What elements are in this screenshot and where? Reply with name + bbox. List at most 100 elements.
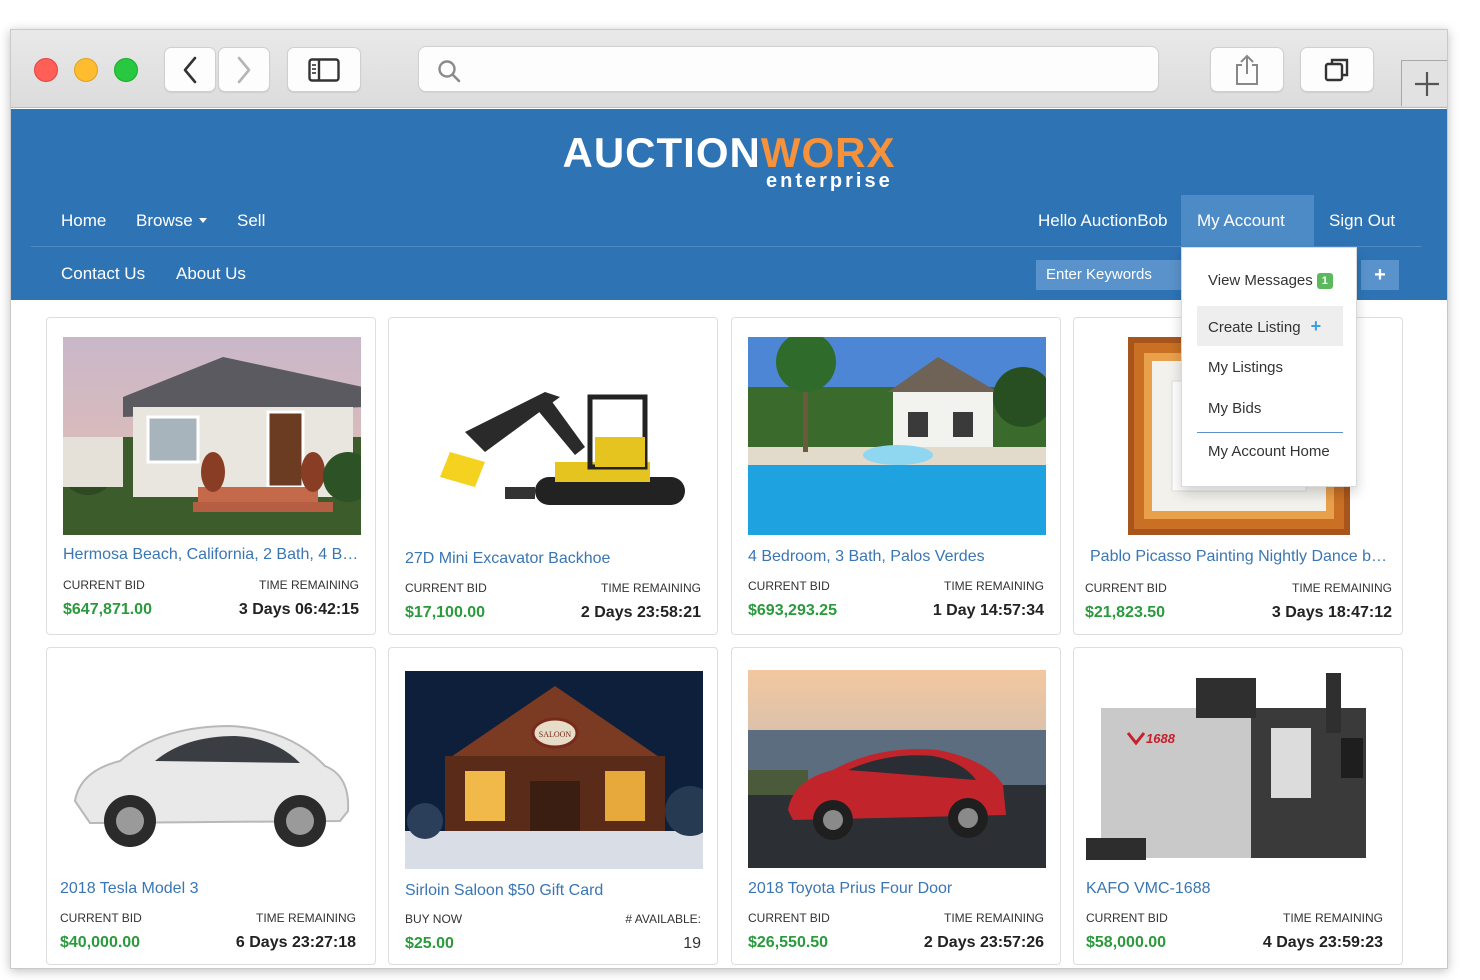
pool-house-photo	[748, 337, 1046, 535]
zoom-window-button[interactable]	[114, 58, 138, 82]
machine-brand-text: 1688	[1146, 731, 1176, 746]
listing-title[interactable]: 27D Mini Excavator Backhoe	[405, 550, 703, 568]
logo-part2: WORX	[760, 129, 896, 176]
nav-contact-us[interactable]: Contact Us	[45, 248, 161, 300]
my-account-dropdown: View Messages 1 Create Listing + My Listin…	[1181, 247, 1357, 487]
nav-sign-out[interactable]: Sign Out	[1313, 195, 1411, 247]
listing-title[interactable]: Pablo Picasso Painting Nightly Dance by …	[1090, 548, 1388, 566]
saloon-sign-text: SALOON	[539, 730, 572, 739]
time-remaining-label: TIME REMAINING	[255, 911, 356, 925]
listing-card[interactable]: 2018 Tesla Model 3 CURRENT BID TIME REMA…	[46, 647, 376, 965]
listing-title[interactable]: 2018 Tesla Model 3	[60, 880, 358, 898]
listing-title[interactable]: KAFO VMC-1688	[1086, 880, 1384, 898]
listing-title[interactable]: 2018 Toyota Prius Four Door	[748, 880, 1046, 898]
current-bid-label: CURRENT BID	[1086, 911, 1168, 925]
nav-hello-user[interactable]: Hello AuctionBob	[1022, 195, 1183, 247]
dd-my-listings[interactable]: My Listings	[1197, 348, 1343, 388]
forward-button[interactable]	[218, 47, 270, 92]
new-tab-icon	[1414, 71, 1439, 96]
time-remaining-value: 4 Days 23:59:23	[1262, 934, 1383, 951]
browser-window: AUCTIONWORX enterprise Home Browse Sell …	[10, 29, 1448, 969]
primary-nav: Home Browse Sell Hello AuctionBob My Acc…	[31, 195, 1421, 276]
time-remaining-label: TIME REMAINING	[600, 581, 701, 595]
listing-card[interactable]: 2018 Toyota Prius Four Door CURRENT BID …	[731, 647, 1061, 965]
time-remaining-value: 3 Days 06:42:15	[238, 601, 359, 618]
listing-image-saloon[interactable]: SALOON	[405, 671, 703, 869]
nav-my-account[interactable]: My Account	[1181, 195, 1314, 276]
address-bar[interactable]	[418, 46, 1159, 92]
new-tab-button[interactable]	[1401, 60, 1447, 106]
listing-card[interactable]: 1688 KAFO VMC-1688 CURRENT BID TIME REMA…	[1073, 647, 1403, 965]
listing-title[interactable]: Sirloin Saloon $50 Gift Card	[405, 882, 703, 900]
tesla-photo	[60, 671, 358, 869]
dd-view-messages-label: View Messages	[1208, 272, 1313, 289]
listing-card[interactable]: 4 Bedroom, 3 Bath, Palos Verdes CURRENT …	[731, 317, 1061, 635]
time-remaining-label: TIME REMAINING	[258, 578, 359, 592]
logo-part1: AUCTION	[562, 129, 761, 176]
nav-browse-label: Browse	[136, 211, 193, 230]
listing-card[interactable]: SALOON Sirloin Saloon $50 Gift Card BUY …	[388, 647, 718, 965]
time-remaining-value: 3 Days 18:47:12	[1271, 604, 1392, 621]
saloon-photo: SALOON	[405, 671, 703, 869]
dd-create-listing[interactable]: Create Listing +	[1197, 306, 1343, 346]
buy-now-label: BUY NOW	[405, 912, 463, 926]
listing-title[interactable]: 4 Bedroom, 3 Bath, Palos Verdes	[748, 548, 1046, 566]
current-bid-value: $26,550.50	[748, 934, 829, 951]
listing-image-excavator[interactable]	[405, 337, 703, 535]
current-bid-value: $693,293.25	[748, 602, 837, 619]
nav-browse[interactable]: Browse	[120, 195, 223, 247]
listing-image-pool-house[interactable]	[748, 337, 1046, 535]
auctionworx-logo[interactable]: AUCTIONWORX enterprise	[11, 129, 1447, 193]
back-button[interactable]	[164, 47, 216, 92]
buy-now-price: $25.00	[405, 935, 454, 952]
share-button[interactable]	[1210, 47, 1284, 92]
share-icon	[1236, 54, 1258, 85]
sidebar-button[interactable]	[287, 47, 361, 92]
dd-my-account-home[interactable]: My Account Home	[1197, 432, 1343, 472]
current-bid-label: CURRENT BID	[63, 578, 145, 592]
prius-photo	[748, 670, 1046, 868]
tabs-icon	[1324, 58, 1349, 81]
time-remaining-value: 1 Day 14:57:34	[932, 602, 1044, 619]
current-bid-value: $647,871.00	[63, 601, 152, 618]
current-bid-value: $17,100.00	[405, 604, 486, 621]
time-remaining-label: TIME REMAINING	[943, 579, 1044, 593]
current-bid-value: $58,000.00	[1086, 934, 1167, 951]
listing-image-house[interactable]	[63, 337, 361, 535]
current-bid-label: CURRENT BID	[1085, 581, 1167, 595]
logo-sub: enterprise	[766, 170, 893, 192]
dd-create-listing-label: Create Listing	[1208, 319, 1301, 336]
close-window-button[interactable]	[34, 58, 58, 82]
time-remaining-value: 2 Days 23:58:21	[580, 604, 701, 621]
listing-card[interactable]: Hermosa Beach, California, 2 Bath, 4 Bed…	[46, 317, 376, 635]
listing-title[interactable]: Hermosa Beach, California, 2 Bath, 4 Bed…	[63, 546, 361, 564]
search-plus-button[interactable]: +	[1361, 260, 1399, 290]
tabs-overview-button[interactable]	[1300, 47, 1374, 92]
current-bid-label: CURRENT BID	[748, 579, 830, 593]
listing-image-prius[interactable]	[748, 670, 1046, 868]
search-icon	[438, 60, 461, 83]
house-photo	[63, 337, 361, 535]
sidebar-icon	[308, 57, 340, 82]
available-count: 19	[683, 935, 701, 952]
excavator-photo	[405, 337, 703, 535]
time-remaining-label: TIME REMAINING	[943, 911, 1044, 925]
nav-about-us[interactable]: About Us	[160, 248, 262, 300]
time-remaining-label: TIME REMAINING	[1282, 911, 1383, 925]
nav-sell[interactable]: Sell	[221, 195, 281, 247]
listing-image-tesla[interactable]	[60, 671, 358, 869]
current-bid-value: $40,000.00	[60, 934, 141, 951]
nav-home[interactable]: Home	[45, 195, 122, 247]
caret-down-icon	[198, 218, 207, 224]
keyword-search-input[interactable]: Enter Keywords	[1036, 260, 1182, 290]
browser-toolbar	[11, 30, 1447, 108]
time-remaining-value: 2 Days 23:57:26	[923, 934, 1044, 951]
dd-my-bids[interactable]: My Bids	[1197, 389, 1343, 429]
listing-image-vmc[interactable]: 1688	[1086, 668, 1384, 866]
time-remaining-label: TIME REMAINING	[1291, 581, 1392, 595]
current-bid-label: CURRENT BID	[748, 911, 830, 925]
dd-view-messages[interactable]: View Messages 1	[1197, 261, 1343, 301]
vmc-machine-photo: 1688	[1086, 668, 1384, 866]
listing-card[interactable]: 27D Mini Excavator Backhoe CURRENT BID T…	[388, 317, 718, 635]
minimize-window-button[interactable]	[74, 58, 98, 82]
